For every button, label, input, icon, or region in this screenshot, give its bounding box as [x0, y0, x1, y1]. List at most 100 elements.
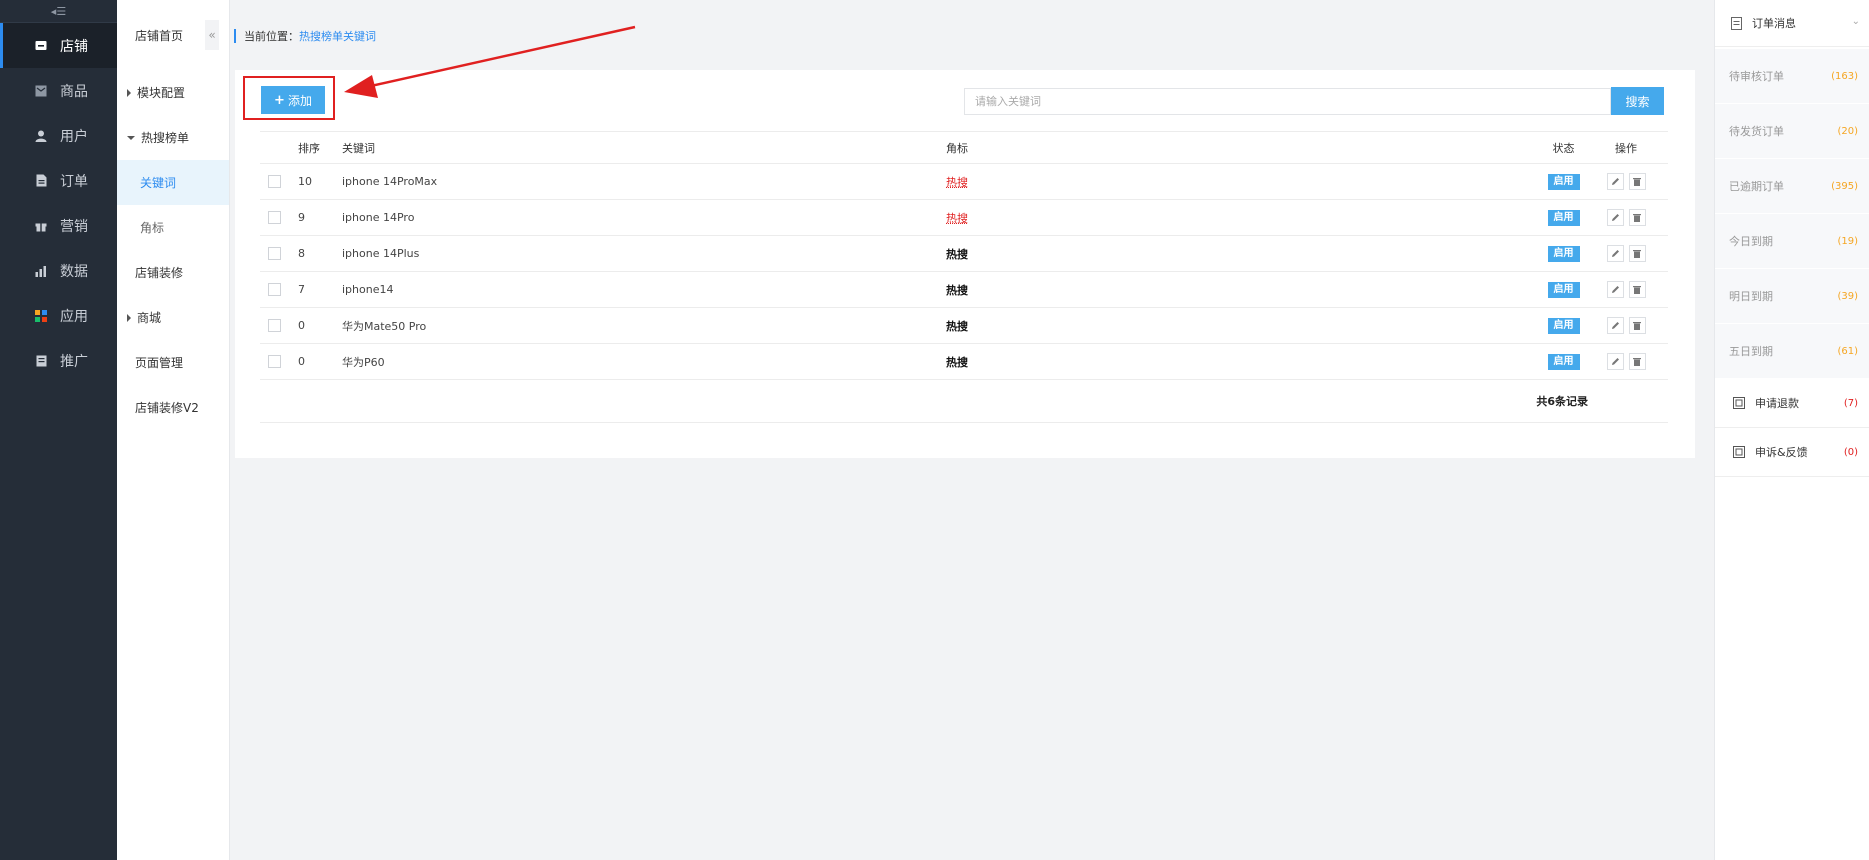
link-count: (7) — [1843, 397, 1858, 409]
subnav-item-module-config[interactable]: 模块配置 — [117, 70, 229, 115]
stat-label: 待发货订单 — [1729, 125, 1784, 138]
row-badge: 热搜 — [946, 211, 968, 225]
secondary-sidebar: 店铺首页 « 模块配置 热搜榜单 关键词 角标 店铺装修 商城 页面管理 店铺装… — [117, 0, 230, 860]
table-row: 0 华为Mate50 Pro 热搜 启用 — [260, 308, 1668, 344]
stat-due-tomorrow[interactable]: 明日到期 (39) — [1715, 269, 1869, 324]
row-sort: 0 — [298, 355, 305, 368]
add-button[interactable]: + 添加 — [261, 86, 325, 114]
stat-due-today[interactable]: 今日到期 (19) — [1715, 214, 1869, 269]
link-label: 申请退款 — [1755, 397, 1799, 410]
subnav-item-home[interactable]: 店铺首页 « — [117, 0, 229, 70]
nav-item-data[interactable]: 数据 — [0, 248, 117, 293]
stat-count: (395) — [1831, 180, 1858, 192]
row-checkbox[interactable] — [268, 283, 281, 296]
subnav-item-page-manage[interactable]: 页面管理 — [117, 340, 229, 385]
trash-icon — [1633, 358, 1641, 366]
status-badge[interactable]: 启用 — [1547, 353, 1580, 370]
delete-button[interactable] — [1628, 281, 1646, 298]
delete-button[interactable] — [1628, 209, 1646, 226]
edit-button[interactable] — [1606, 173, 1624, 190]
subnav-item-store-decor-v2[interactable]: 店铺装修V2 — [117, 385, 229, 430]
table-row: 8 iphone 14Plus 热搜 启用 — [260, 236, 1668, 272]
edit-button[interactable] — [1606, 209, 1624, 226]
subnav-item-store-decor[interactable]: 店铺装修 — [117, 250, 229, 295]
pencil-icon — [1611, 322, 1619, 329]
refund-request-link[interactable]: 申请退款 (7) — [1715, 379, 1869, 428]
delete-button[interactable] — [1628, 353, 1646, 370]
edit-button[interactable] — [1606, 317, 1624, 334]
breadcrumb-current[interactable]: 热搜榜单关键词 — [299, 28, 376, 44]
delete-button[interactable] — [1628, 317, 1646, 334]
order-message-header[interactable]: 订单消息 ⌄ — [1715, 0, 1869, 47]
row-checkbox[interactable] — [268, 319, 281, 332]
subnav-item-badges[interactable]: 角标 — [117, 205, 229, 250]
collapse-sidebar-button[interactable]: « — [205, 20, 219, 50]
nav-item-goods[interactable]: 商品 — [0, 68, 117, 113]
feedback-icon — [1733, 446, 1745, 458]
header-ops: 操作 — [1615, 141, 1637, 155]
plus-icon: + — [274, 92, 285, 108]
nav-item-label: 数据 — [60, 263, 88, 280]
stat-due-five-days[interactable]: 五日到期 (61) — [1715, 324, 1869, 379]
subnav-item-mall[interactable]: 商城 — [117, 295, 229, 340]
nav-item-marketing[interactable]: 营销 — [0, 203, 117, 248]
search-input[interactable] — [964, 88, 1611, 115]
subnav-item-label: 店铺装修 — [135, 266, 184, 280]
row-keyword: 华为P60 — [342, 355, 385, 369]
appeal-feedback-link[interactable]: 申诉&反馈 (0) — [1715, 428, 1869, 477]
edit-button[interactable] — [1606, 281, 1624, 298]
row-checkbox[interactable] — [268, 247, 281, 260]
nav-item-store[interactable]: 店铺 — [0, 23, 117, 68]
subnav-item-label: 页面管理 — [135, 356, 184, 370]
delete-button[interactable] — [1628, 173, 1646, 190]
row-keyword: iphone 14ProMax — [342, 175, 438, 188]
table-row: 7 iphone14 热搜 启用 — [260, 272, 1668, 308]
stat-overdue[interactable]: 已逾期订单 (395) — [1715, 159, 1869, 214]
edit-button[interactable] — [1606, 353, 1624, 370]
subnav-item-hot-search[interactable]: 热搜榜单 — [117, 115, 229, 160]
row-keyword: iphone 14Plus — [342, 247, 420, 260]
nav-item-apps[interactable]: 应用 — [0, 293, 117, 338]
status-badge[interactable]: 启用 — [1547, 281, 1580, 298]
row-checkbox[interactable] — [268, 175, 281, 188]
gift-icon — [34, 219, 48, 233]
edit-button[interactable] — [1606, 245, 1624, 262]
subnav-item-label: 热搜榜单 — [141, 131, 190, 145]
nav-item-order[interactable]: 订单 — [0, 158, 117, 203]
row-sort: 10 — [298, 175, 312, 188]
stat-count: (61) — [1837, 345, 1858, 357]
nav-item-user[interactable]: 用户 — [0, 113, 117, 158]
status-badge[interactable]: 启用 — [1547, 173, 1580, 190]
row-badge: 热搜 — [946, 247, 968, 261]
header-badge: 角标 — [946, 141, 968, 155]
stat-pending-review[interactable]: 待审核订单 (163) — [1715, 49, 1869, 104]
delete-button[interactable] — [1628, 245, 1646, 262]
row-checkbox[interactable] — [268, 355, 281, 368]
table-total: 共6条记录 — [260, 380, 1668, 423]
stat-count: (19) — [1837, 235, 1858, 247]
subnav-item-keywords[interactable]: 关键词 — [117, 160, 229, 205]
nav-item-label: 用户 — [60, 128, 88, 145]
header-keyword: 关键词 — [342, 141, 375, 155]
row-checkbox[interactable] — [268, 211, 281, 224]
stat-label: 明日到期 — [1729, 290, 1773, 303]
status-badge[interactable]: 启用 — [1547, 209, 1580, 226]
row-sort: 7 — [298, 283, 305, 296]
pencil-icon — [1611, 358, 1619, 365]
nav-item-promo[interactable]: 推广 — [0, 338, 117, 383]
table-row: 9 iphone 14Pro 热搜 启用 — [260, 200, 1668, 236]
nav-item-label: 商品 — [60, 83, 88, 100]
subnav-home-label: 店铺首页 — [135, 28, 184, 43]
status-badge[interactable]: 启用 — [1547, 245, 1580, 262]
status-badge[interactable]: 启用 — [1547, 317, 1580, 334]
search-button[interactable]: 搜索 — [1611, 87, 1664, 115]
stat-count: (20) — [1837, 125, 1858, 137]
pencil-icon — [1611, 286, 1619, 293]
row-keyword: iphone14 — [342, 283, 394, 296]
stat-label: 待审核订单 — [1729, 70, 1784, 83]
stat-pending-shipment[interactable]: 待发货订单 (20) — [1715, 104, 1869, 159]
document-icon — [1731, 16, 1742, 30]
subnav-item-label: 关键词 — [140, 176, 177, 190]
chevron-down-icon[interactable]: ⌄ — [1852, 16, 1860, 27]
menu-collapse-icon[interactable]: ◂☰ — [0, 0, 117, 23]
